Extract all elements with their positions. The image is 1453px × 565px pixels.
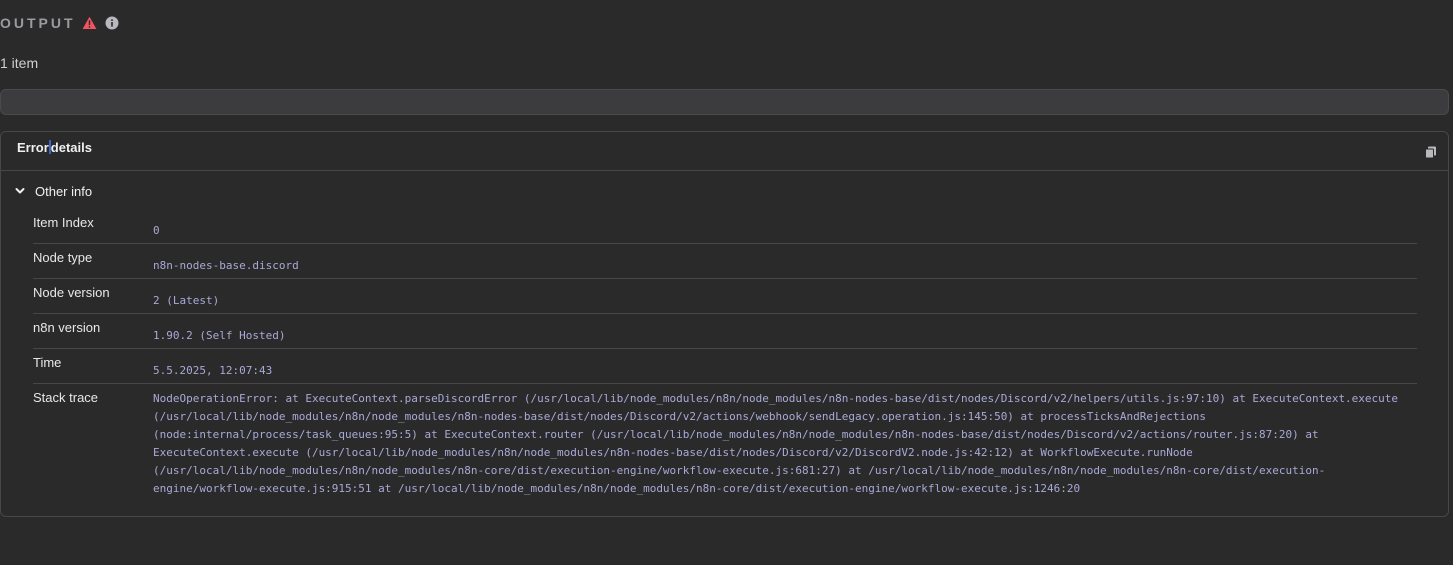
- row-label: Item Index: [33, 215, 94, 230]
- stack-trace-value: NodeOperationError: at ExecuteContext.pa…: [153, 392, 1399, 495]
- output-header: OUTPUT: [0, 14, 120, 32]
- item-count: 1 item: [0, 55, 39, 71]
- row-label: Node version: [33, 285, 110, 300]
- info-row-node-version: Node version 2 (Latest): [33, 279, 1417, 314]
- chevron-down-icon: [15, 182, 25, 200]
- row-value: 0: [153, 224, 160, 237]
- output-title: OUTPUT: [0, 15, 76, 31]
- warning-triangle-icon[interactable]: [82, 15, 98, 31]
- info-circle-icon[interactable]: [104, 15, 120, 31]
- error-details-title-part1: Error: [17, 140, 49, 155]
- row-label: Stack trace: [33, 390, 99, 405]
- info-row-item-index: Item Index 0: [33, 209, 1417, 244]
- error-details-header: Error details: [1, 132, 1448, 171]
- info-row-n8n-version: n8n version 1.90.2 (Self Hosted): [33, 314, 1417, 349]
- output-pane: OUTPUT 1 item Error details Other info I…: [0, 0, 1453, 565]
- output-data-bar: [0, 89, 1449, 115]
- info-row-node-type: Node type n8n-nodes-base.discord: [33, 244, 1417, 279]
- info-row-time: Time 5.5.2025, 12:07:43: [33, 349, 1417, 384]
- error-details-title: Error details: [17, 140, 92, 155]
- info-row-stack-trace: Stack trace NodeOperationError: at Execu…: [33, 384, 1417, 495]
- copy-icon[interactable]: [1424, 145, 1438, 159]
- row-value: 2 (Latest): [153, 294, 220, 307]
- error-details-title-part2: details: [50, 140, 92, 155]
- other-info-rows: Item Index 0 Node type n8n-nodes-base.di…: [33, 209, 1417, 495]
- row-label: Node type: [33, 250, 93, 265]
- row-label: n8n version: [33, 320, 101, 335]
- other-info-toggle[interactable]: Other info: [15, 182, 92, 200]
- other-info-label: Other info: [35, 183, 93, 199]
- row-value: 1.90.2 (Self Hosted): [153, 329, 286, 342]
- row-value: 5.5.2025, 12:07:43: [153, 364, 273, 377]
- error-details-panel: Error details Other info Item Index 0 No…: [0, 131, 1449, 517]
- row-label: Time: [33, 355, 62, 370]
- row-value: n8n-nodes-base.discord: [153, 259, 299, 272]
